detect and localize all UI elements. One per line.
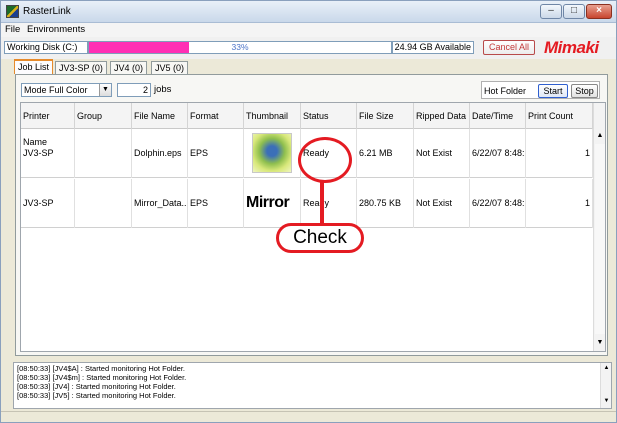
rasterlink-app-icon xyxy=(6,5,19,18)
job-list-panel: Mode Full Color ▼ 2 jobs Hot Folder Star… xyxy=(15,74,608,356)
arrow-down-icon[interactable]: ▼ xyxy=(594,337,606,349)
cell-printer-name: JV3-SP xyxy=(21,129,75,178)
scrollbar-thumb[interactable] xyxy=(595,144,605,334)
job-count: 2 xyxy=(117,83,151,97)
column-header-file-size[interactable]: File Size xyxy=(357,103,414,129)
cell-format: EPS xyxy=(188,179,244,228)
cell-print-count: 1 xyxy=(526,179,593,228)
cell-date-time: 6/22/07 8:48:... xyxy=(470,129,526,178)
maximize-icon: □ xyxy=(570,5,578,16)
menu-bar: File Environments xyxy=(1,23,616,37)
log-line: [08:50:33] [JV4$A] : Started monitoring … xyxy=(17,364,186,373)
app-window: RasterLink – □ × File Environments Worki… xyxy=(0,0,617,423)
cell-print-count: 1 xyxy=(526,129,593,178)
log-line: [08:50:33] [JV4] : Started monitoring Ho… xyxy=(17,382,176,391)
maximize-button[interactable]: □ xyxy=(563,4,585,19)
log-line: [08:50:33] [JV5] : Started monitoring Ho… xyxy=(17,391,176,400)
arrow-up-icon[interactable]: ▲ xyxy=(601,364,612,373)
column-header-thumbnail[interactable]: Thumbnail xyxy=(244,103,301,129)
arrow-down-icon[interactable]: ▼ xyxy=(601,397,612,406)
table-header: Printer Name Group File Name Format Thum… xyxy=(21,103,593,147)
mirror-thumbnail-image: Mirror xyxy=(246,194,290,211)
status-highlight-ellipse xyxy=(298,137,352,183)
cell-file-size: 6.21 MB xyxy=(357,129,414,178)
cell-file-size: 280.75 KB xyxy=(357,179,414,228)
arrow-up-icon[interactable]: ▲ xyxy=(594,130,606,142)
minimize-button[interactable]: – xyxy=(540,4,562,19)
mode-select-value: Mode Full Color xyxy=(24,85,88,95)
disk-usage-percent: 33% xyxy=(231,42,249,52)
disk-status-bar: Working Disk (C:) 33% 24.94 GB Available… xyxy=(1,37,616,59)
column-header-group[interactable]: Group xyxy=(75,103,132,129)
cell-status: Ready xyxy=(301,179,357,228)
jobs-label: jobs xyxy=(154,84,172,95)
hot-folder-group: Hot Folder Start Stop xyxy=(481,81,600,99)
column-header-format[interactable]: Format xyxy=(188,103,244,129)
menu-environments[interactable]: Environments xyxy=(27,24,85,35)
cell-ripped-data: Not Exist xyxy=(414,129,470,178)
title-bar: RasterLink – □ × xyxy=(1,1,616,23)
hot-folder-start-button[interactable]: Start xyxy=(538,84,568,98)
tab-strip: Job List JV3-SP (0) JV4 (0) JV5 (0) xyxy=(1,59,616,74)
working-disk-label: Working Disk (C:) xyxy=(4,41,88,54)
menu-file[interactable]: File xyxy=(5,24,20,35)
mimaki-logo: Mimaki xyxy=(544,38,599,57)
close-button[interactable]: × xyxy=(586,4,612,19)
cancel-all-button[interactable]: Cancel All xyxy=(483,40,535,55)
chevron-down-icon[interactable]: ▼ xyxy=(99,84,111,96)
cell-group xyxy=(75,129,132,178)
column-header-print-count[interactable]: Print Count xyxy=(526,103,593,129)
hot-folder-label: Hot Folder xyxy=(484,86,527,96)
minimize-icon: – xyxy=(548,5,554,16)
column-header-file-name[interactable]: File Name xyxy=(132,103,188,129)
log-panel: [08:50:33] [JV4$A] : Started monitoring … xyxy=(13,362,612,409)
tab-jv3-sp[interactable]: JV3-SP (0) xyxy=(55,61,107,74)
cell-ripped-data: Not Exist xyxy=(414,179,470,228)
cell-printer-name: JV3-SP xyxy=(21,179,75,228)
log-line: [08:50:33] [JV4$m] : Started monitoring … xyxy=(17,373,187,382)
close-icon: × xyxy=(596,5,602,16)
mode-select[interactable]: Mode Full Color ▼ xyxy=(21,83,112,97)
column-header-printer-name[interactable]: Printer Name xyxy=(21,103,75,147)
table-vertical-scrollbar[interactable]: ▲ ▼ xyxy=(593,103,605,351)
disk-usage-bar: 33% xyxy=(88,41,392,54)
tab-jv4[interactable]: JV4 (0) xyxy=(110,61,148,74)
cell-thumbnail xyxy=(244,129,301,178)
table-row[interactable]: JV3-SP Mirror_Data... EPS Mirror Ready 2… xyxy=(21,179,593,228)
tab-job-list[interactable]: Job List xyxy=(14,59,54,74)
cell-file-name: Dolphin.eps xyxy=(132,129,188,178)
column-header-ripped-data[interactable]: Ripped Data xyxy=(414,103,470,129)
cell-date-time: 6/22/07 8:48:... xyxy=(470,179,526,228)
disk-available: 24.94 GB Available xyxy=(392,41,474,54)
log-vertical-scrollbar[interactable]: ▲ ▼ xyxy=(600,363,611,408)
dolphin-thumbnail-image xyxy=(252,133,292,173)
column-header-date-time[interactable]: Date/Time xyxy=(470,103,526,129)
cell-group xyxy=(75,179,132,228)
column-header-status[interactable]: Status xyxy=(301,103,357,129)
check-callout: Check xyxy=(276,223,364,253)
status-bar xyxy=(1,411,616,422)
tab-jv5[interactable]: JV5 (0) xyxy=(151,61,189,74)
hot-folder-stop-button[interactable]: Stop xyxy=(571,84,598,98)
cell-file-name: Mirror_Data... xyxy=(132,179,188,228)
cell-format: EPS xyxy=(188,129,244,178)
cell-thumbnail: Mirror xyxy=(244,179,301,228)
callout-connector xyxy=(320,182,324,224)
window-title: RasterLink xyxy=(23,6,71,17)
